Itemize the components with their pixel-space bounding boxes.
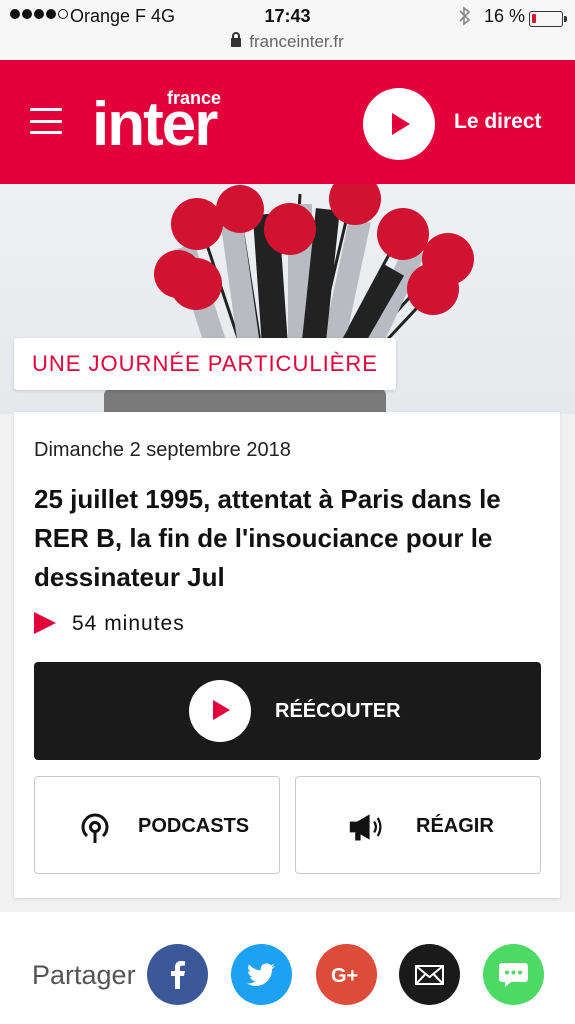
show-tag[interactable]: UNE JOURNÉE PARTICULIÈRE xyxy=(14,338,396,390)
replay-button[interactable]: RÉÉCOUTER xyxy=(34,662,541,760)
battery-level xyxy=(532,14,536,23)
logo-inter: inter xyxy=(92,90,218,159)
play-icon xyxy=(34,612,56,634)
react-label: RÉAGIR xyxy=(416,815,494,837)
play-circle-icon xyxy=(189,680,251,742)
podcasts-button[interactable]: PODCASTS xyxy=(34,776,280,874)
facebook-icon xyxy=(171,961,185,989)
url-text: franceinter.fr xyxy=(249,32,344,51)
battery-icon xyxy=(529,11,567,27)
bluetooth-icon xyxy=(458,6,472,31)
react-button[interactable]: RÉAGIR xyxy=(295,776,541,874)
share-google-plus-button[interactable]: G+ xyxy=(316,944,377,1005)
podcasts-label: PODCASTS xyxy=(138,815,250,837)
share-facebook-button[interactable] xyxy=(147,944,208,1005)
share-twitter-button[interactable] xyxy=(231,944,292,1005)
episode-date: Dimanche 2 septembre 2018 xyxy=(34,439,291,461)
podcast-icon xyxy=(81,813,109,843)
share-email-button[interactable] xyxy=(399,944,460,1005)
play-icon xyxy=(392,113,410,135)
share-message-button[interactable] xyxy=(483,944,544,1005)
twitter-icon xyxy=(247,963,275,986)
episode-duration: 54 minutes xyxy=(72,612,185,635)
replay-label: RÉÉCOUTER xyxy=(275,700,401,722)
share-label: Partager xyxy=(32,960,136,990)
mail-icon xyxy=(415,965,444,985)
lock-icon xyxy=(231,32,242,47)
site-header: france inter Le direct xyxy=(0,60,575,184)
share-bar: Partager G+ xyxy=(0,912,575,1024)
episode-card: Dimanche 2 septembre 2018 25 juillet 199… xyxy=(14,412,560,898)
live-play-button[interactable] xyxy=(363,88,435,160)
battery-percentage: 16 % xyxy=(484,6,526,26)
status-bar: Orange F 4G 17:43 16 % franceinter.fr xyxy=(0,0,575,60)
svg-text:G+: G+ xyxy=(331,965,358,987)
address-bar[interactable]: franceinter.fr xyxy=(0,32,575,52)
episode-title: 25 juillet 1995, attentat à Paris dans l… xyxy=(34,484,501,592)
menu-icon[interactable] xyxy=(30,108,62,134)
megaphone-icon xyxy=(349,814,382,841)
chat-icon xyxy=(499,963,528,987)
google-plus-icon: G+ xyxy=(331,965,358,987)
live-label[interactable]: Le direct xyxy=(454,110,542,134)
